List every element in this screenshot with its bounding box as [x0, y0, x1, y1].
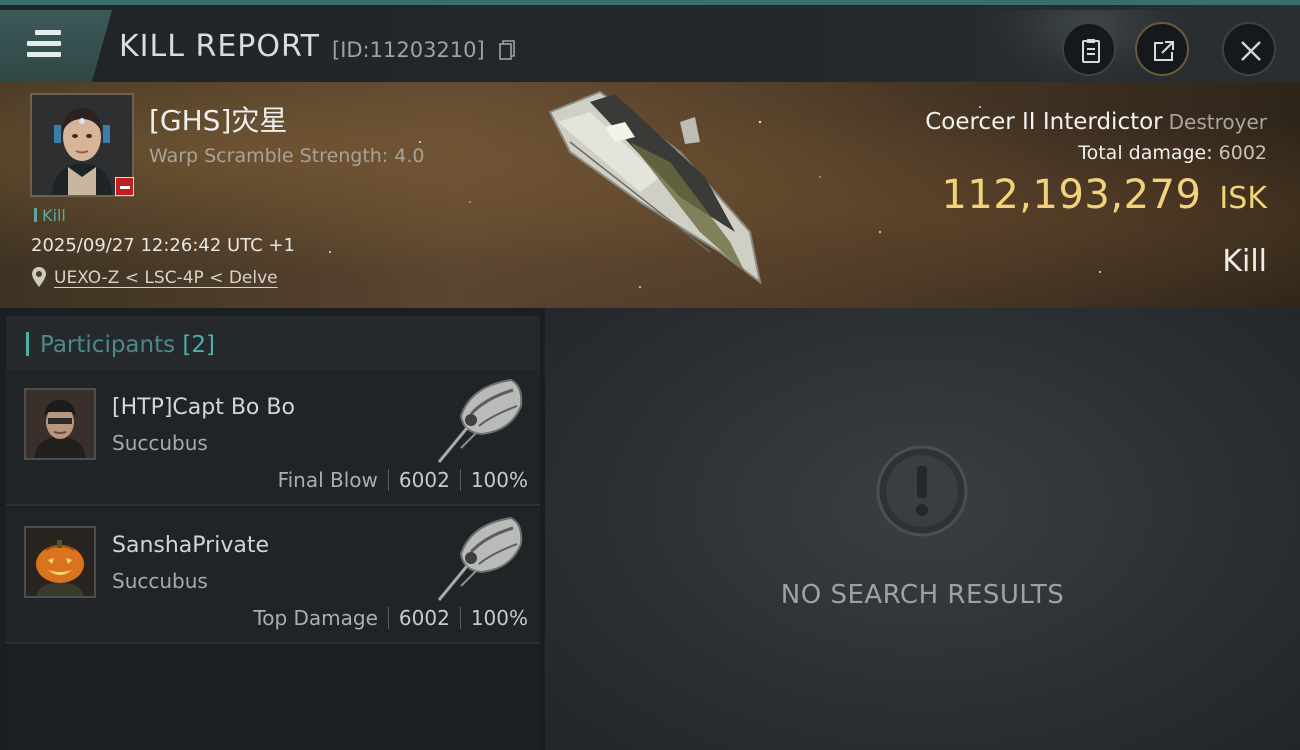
share-button[interactable]: [1135, 22, 1189, 76]
participant-percent: 100%: [470, 606, 528, 630]
participant-role: Top Damage: [253, 606, 378, 630]
copy-icon[interactable]: [498, 39, 516, 61]
participant-role: Final Blow: [277, 468, 378, 492]
ship-render-image: [548, 90, 762, 285]
participant-ship: Succubus: [112, 431, 208, 455]
report-id: [ID:11203210]: [332, 38, 485, 62]
participant-avatar[interactable]: [24, 526, 96, 598]
ship-class: Destroyer: [1168, 110, 1267, 134]
victim-subtitle: Warp Scramble Strength: 4.0: [149, 145, 425, 167]
participants-title: Participants [2]: [40, 332, 215, 358]
participant-row[interactable]: [HTP]Capt Bo Bo Succubus Final Blow 6002 1…: [6, 370, 540, 506]
hostile-flag-icon: [115, 177, 134, 196]
header-bar: KILL REPORT [ID:11203210]: [0, 0, 1300, 85]
participant-name[interactable]: [HTP]Capt Bo Bo: [112, 395, 295, 420]
ship-name[interactable]: Coercer II Interdictor: [925, 109, 1162, 135]
kill-tag-label: Kill: [42, 206, 66, 225]
total-damage-value: 6002: [1218, 142, 1267, 164]
total-damage: Total damage: 6002: [1078, 142, 1267, 164]
participants-label: Participants: [40, 332, 176, 358]
kill-tag: Kill: [34, 206, 66, 225]
isk-amount: 112,193,279: [941, 172, 1202, 218]
participants-count: [2]: [182, 332, 216, 358]
clipboard-button[interactable]: [1062, 22, 1116, 76]
total-damage-label: Total damage:: [1078, 142, 1213, 164]
empty-results-message: NO SEARCH RESULTS: [780, 580, 1065, 610]
ship-icon[interactable]: [431, 376, 531, 466]
ship-icon[interactable]: [431, 514, 531, 604]
ship-info: Coercer II Interdictor Destroyer: [925, 109, 1267, 135]
victim-banner: [GHS]灾星 Warp Scramble Strength: 4.0 Kill…: [0, 82, 1300, 308]
kill-location-link[interactable]: UEXO-Z < LSC-4P < Delve: [54, 268, 278, 288]
menu-icon: [27, 30, 61, 63]
clipboard-icon: [1082, 39, 1100, 63]
close-button[interactable]: [1222, 22, 1276, 76]
participants-panel: Participants [2] [HTP]Capt Bo Bo Succubu…: [6, 308, 540, 750]
isk-unit: ISK: [1219, 181, 1267, 216]
menu-button[interactable]: [0, 10, 112, 82]
participant-stats: Top Damage 6002 100%: [253, 606, 528, 630]
participant-avatar[interactable]: [24, 388, 96, 460]
location-pin-icon: [32, 267, 46, 287]
participant-damage: 6002: [398, 606, 450, 630]
kill-timestamp: 2025/09/27 12:26:42 UTC +1: [31, 235, 295, 256]
victim-name[interactable]: [GHS]灾星: [149, 99, 287, 139]
page-title: KILL REPORT: [119, 29, 320, 64]
participant-row[interactable]: SanshaPrivate Succubus Top Damage 6002 100…: [6, 508, 540, 644]
results-panel: NO SEARCH RESULTS: [545, 308, 1300, 750]
participant-name[interactable]: SanshaPrivate: [112, 533, 269, 558]
participant-ship: Succubus: [112, 569, 208, 593]
header-accent: [26, 332, 29, 356]
participants-empty-space: [6, 646, 540, 750]
close-icon: [1241, 41, 1261, 61]
participant-stats: Final Blow 6002 100%: [278, 468, 528, 492]
warning-icon: [876, 445, 968, 537]
isk-value: 112,193,279 ISK: [941, 172, 1267, 218]
participant-percent: 100%: [470, 468, 528, 492]
participants-header: Participants [2]: [6, 316, 540, 372]
result-label: Kill: [1222, 244, 1267, 279]
participant-damage: 6002: [398, 468, 450, 492]
share-icon: [1154, 41, 1174, 61]
